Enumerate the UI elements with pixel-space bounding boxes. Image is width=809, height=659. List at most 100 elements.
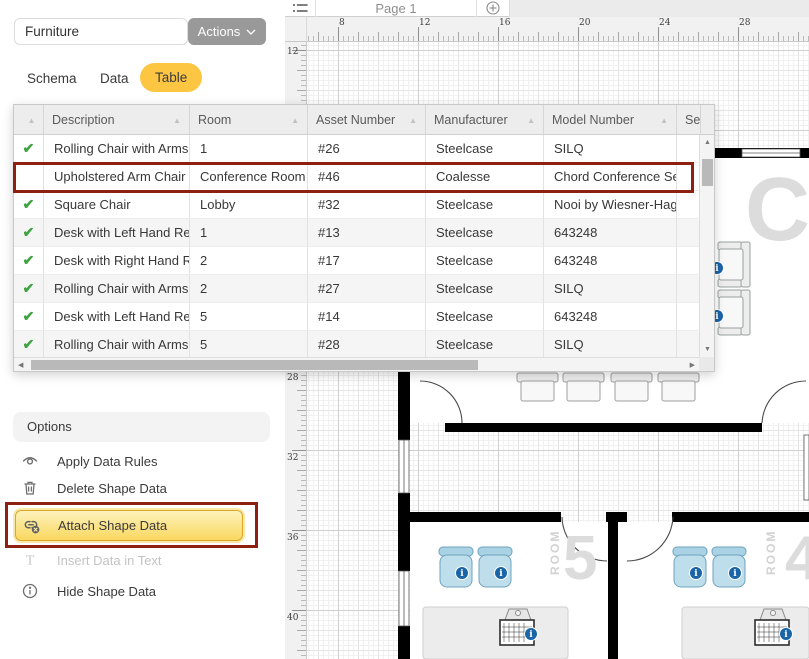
table-cell[interactable]	[677, 275, 701, 303]
table-cell[interactable]: Desk with Right Hand R...	[44, 247, 190, 275]
table-cell[interactable]	[677, 191, 701, 219]
table-cell[interactable]	[677, 163, 701, 191]
info-badge-icon[interactable]: i	[456, 567, 469, 580]
info-badge-icon[interactable]: i	[780, 628, 793, 641]
dataset-name-input[interactable]	[14, 18, 188, 45]
table-row[interactable]: ✔Desk with Left Hand Re...5#14Steelcase6…	[14, 303, 714, 331]
table-cell[interactable]: Conference Room	[190, 163, 308, 191]
table-row[interactable]: ✔Rolling Chair with Arms...2#27Steelcase…	[14, 275, 714, 303]
option-hide-shape-data[interactable]: Hide Shape Data	[0, 578, 285, 604]
table-cell[interactable]: 5	[190, 303, 308, 331]
column-header-model-number[interactable]: Model Number▲	[544, 105, 677, 135]
table-row[interactable]: ✔Rolling Chair with Arms...5#28Steelcase…	[14, 331, 714, 359]
table-cell[interactable]	[677, 219, 701, 247]
table-cell[interactable]: SILQ	[544, 135, 677, 163]
table-row[interactable]: ✔Desk with Right Hand R...2#17Steelcase6…	[14, 247, 714, 275]
ruler-label: 12	[419, 18, 430, 28]
table-cell[interactable]: Steelcase	[426, 275, 544, 303]
table-cell[interactable]: #28	[308, 331, 426, 359]
table-row[interactable]: ✔Square ChairLobby#32SteelcaseNooi by Wi…	[14, 191, 714, 219]
table-cell[interactable]: Desk with Left Hand Re...	[44, 219, 190, 247]
scroll-left-icon[interactable]: ◀	[18, 361, 23, 369]
info-badge-icon[interactable]: i	[525, 628, 538, 641]
svg-text:i: i	[499, 569, 503, 579]
option-delete-shape-data[interactable]: Delete Shape Data	[0, 475, 285, 501]
table-cell[interactable]: Steelcase	[426, 247, 544, 275]
column-header-description[interactable]: Description▲	[44, 105, 190, 135]
scroll-right-icon[interactable]: ▶	[690, 361, 695, 369]
table-cell[interactable]: 2	[190, 247, 308, 275]
table-cell[interactable]: #32	[308, 191, 426, 219]
ruler-label: 16	[499, 18, 510, 28]
table-cell[interactable]: Nooi by Wiesner-Hager	[544, 191, 677, 219]
table-cell[interactable]: Steelcase	[426, 303, 544, 331]
info-badge-icon[interactable]: i	[729, 567, 742, 580]
sort-icon: ▲	[654, 116, 668, 125]
table-cell[interactable]: #17	[308, 247, 426, 275]
add-page-icon[interactable]	[477, 0, 509, 17]
table-cell[interactable]: 2	[190, 275, 308, 303]
info-badge-icon[interactable]: i	[495, 567, 508, 580]
table-cell[interactable]: 5	[190, 331, 308, 359]
column-header-se[interactable]: Se	[677, 105, 701, 135]
table-vertical-scrollbar[interactable]: ▲ ▼	[699, 135, 714, 357]
actions-button-label: Actions	[198, 24, 241, 39]
table-cell[interactable]: #14	[308, 303, 426, 331]
table-cell[interactable]: Rolling Chair with Arms...	[44, 135, 190, 163]
table-cell[interactable]: #13	[308, 219, 426, 247]
table-cell[interactable]: 643248	[544, 247, 677, 275]
data-rules-icon	[21, 452, 39, 470]
column-header-asset-number[interactable]: Asset Number▲	[308, 105, 426, 135]
option-attach-shape-data[interactable]: Attach Shape Data	[15, 510, 243, 541]
table-cell[interactable]: Steelcase	[426, 331, 544, 359]
vertical-scroll-thumb[interactable]	[702, 159, 713, 186]
room-c-label: C	[745, 160, 809, 260]
table-cell[interactable]: 1	[190, 135, 308, 163]
table-row[interactable]: ✔Desk with Left Hand Re...1#13Steelcase6…	[14, 219, 714, 247]
table-cell[interactable]: 643248	[544, 303, 677, 331]
table-cell[interactable]: 1	[190, 219, 308, 247]
tab-table[interactable]: Table	[140, 63, 202, 92]
table-cell[interactable]: Steelcase	[426, 219, 544, 247]
tab-data[interactable]: Data	[100, 71, 129, 86]
table-cell[interactable]: Rolling Chair with Arms...	[44, 275, 190, 303]
table-cell[interactable]	[677, 247, 701, 275]
table-cell[interactable]: Chord Conference Seat...	[544, 163, 677, 191]
tab-schema[interactable]: Schema	[27, 71, 77, 86]
table-cell[interactable]: Desk with Left Hand Re...	[44, 303, 190, 331]
table-cell[interactable]: #27	[308, 275, 426, 303]
option-apply-data-rules[interactable]: Apply Data Rules	[0, 448, 285, 474]
page-list-icon[interactable]	[285, 0, 315, 17]
table-cell[interactable]	[677, 331, 701, 359]
actions-button[interactable]: Actions	[188, 18, 266, 45]
table-row[interactable]: ✔Rolling Chair with Arms...1#26Steelcase…	[14, 135, 714, 163]
column-header-manufacturer[interactable]: Manufacturer▲	[426, 105, 544, 135]
table-cell[interactable]: Coalesse	[426, 163, 544, 191]
table-cell[interactable]: #26	[308, 135, 426, 163]
page-tab[interactable]: Page 1	[315, 0, 477, 17]
horizontal-scroll-thumb[interactable]	[31, 360, 478, 370]
svg-text:i: i	[784, 630, 788, 640]
table-cell[interactable]: Lobby	[190, 191, 308, 219]
table-row[interactable]: Upholstered Arm ChairConference Room#46C…	[14, 163, 714, 191]
scroll-down-icon[interactable]: ▼	[700, 346, 715, 353]
column-header-status[interactable]: ▲	[14, 105, 44, 135]
table-cell[interactable]: SILQ	[544, 331, 677, 359]
table-cell[interactable]: Steelcase	[426, 191, 544, 219]
table-cell[interactable]: 643248	[544, 219, 677, 247]
table-cell[interactable]	[677, 135, 701, 163]
table-cell[interactable]: #46	[308, 163, 426, 191]
scroll-up-icon[interactable]: ▲	[700, 139, 715, 146]
table-cell[interactable]: Upholstered Arm Chair	[44, 163, 190, 191]
chevron-down-icon	[246, 29, 256, 35]
table-cell[interactable]: Square Chair	[44, 191, 190, 219]
info-badge-icon[interactable]: i	[690, 567, 703, 580]
table-horizontal-scrollbar[interactable]: ◀ ▶	[14, 357, 701, 371]
svg-text:i: i	[460, 569, 464, 579]
column-header-room[interactable]: Room▲	[190, 105, 308, 135]
table-cell[interactable]: SILQ	[544, 275, 677, 303]
table-cell[interactable]	[677, 303, 701, 331]
room-4-number: 4	[785, 524, 809, 593]
table-cell[interactable]: Rolling Chair with Arms...	[44, 331, 190, 359]
table-cell[interactable]: Steelcase	[426, 135, 544, 163]
